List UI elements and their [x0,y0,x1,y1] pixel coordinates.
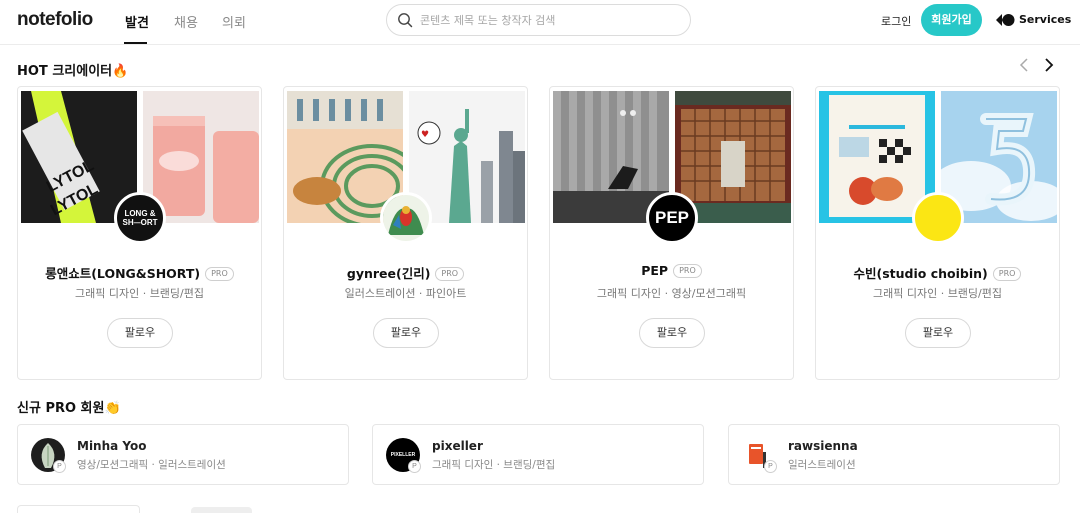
hot-creators-title: HOT 크리에이터🔥 [17,64,129,79]
pro-member-card[interactable]: P rawsienna 일러스트레이션 [728,424,1060,485]
pro-member-card[interactable]: P Minha Yoo 영상/모션그래픽 · 일러스트레이션 [17,424,349,485]
follow-button[interactable]: 팔로우 [373,318,439,348]
svg-text:♥: ♥ [421,130,429,140]
tab-discover[interactable]: 발견 [125,12,149,31]
tab-requests[interactable]: 의뢰 [222,12,246,31]
follow-button[interactable]: 팔로우 [905,318,971,348]
creator-avatar[interactable]: PEP [646,192,698,244]
creator-card[interactable]: 수빈(studio choibin) PRO 그래픽 디자인 · 브랜딩/편집 팔… [815,86,1060,380]
pro-mini-badge: P [53,460,66,473]
pro-badge: PRO [992,267,1022,281]
creator-card[interactable]: LYTOL LYTOL LONG & SH—ORT 롱앤쇼트(LONG&SHORT… [17,86,262,380]
tab-jobs[interactable]: 채용 [174,12,198,31]
new-pro-members-title: 신규 PRO 회원👏 [17,401,121,416]
pro-member-card[interactable]: PIXELLER P pixeller 그래픽 디자인 · 브랜딩/편집 [372,424,704,485]
login-link[interactable]: 로그인 [881,13,911,29]
services-menu[interactable]: Services [996,13,1071,26]
follow-button[interactable]: 팔로우 [107,318,173,348]
creator-avatar[interactable] [912,192,964,244]
pro-mini-badge: P [408,460,421,473]
creator-categories: 그래픽 디자인 · 영상/모션그래픽 [596,287,747,300]
search-input[interactable] [420,5,680,35]
pro-badge: PRO [435,267,465,281]
creator-categories: 일러스트레이션 · 파인아트 [344,287,467,300]
creator-categories: 그래픽 디자인 · 브랜딩/편집 [74,287,204,300]
partial-tag [191,507,252,513]
partial-card [17,505,140,513]
pro-badge: PRO [205,267,234,281]
signup-button[interactable]: 회원가입 [921,4,982,36]
notefolio-logo[interactable]: notefolio [17,9,93,31]
chevron-left-icon[interactable] [1017,57,1033,73]
top-header: notefolio 발견 채용 의뢰 로그인 회원가입 Services [0,0,1080,45]
member-categories: 그래픽 디자인 · 브랜딩/편집 [432,459,556,471]
creator-name[interactable]: 수빈(studio choibin) PRO [816,263,1059,282]
creator-name[interactable]: gynree(긴리) PRO [284,263,527,282]
creator-name[interactable]: 롱앤쇼트(LONG&SHORT) PRO [18,263,261,282]
pro-badge: PRO [673,264,702,278]
search-icon [398,13,413,28]
member-name[interactable]: rawsienna [788,439,858,453]
member-name[interactable]: pixeller [432,439,483,453]
creator-name[interactable]: PEP PRO [550,263,793,278]
creator-avatar[interactable] [380,192,432,244]
creator-card[interactable]: ♥ gynree(긴리) PRO 일러스트레이션 · 파인아트 팔로우 [283,86,528,380]
search-box[interactable] [386,4,691,36]
active-tab-underline [124,42,147,44]
creator-avatar[interactable]: LONG & SH—ORT [114,192,166,244]
member-categories: 일러스트레이션 [788,459,856,471]
follow-button[interactable]: 팔로우 [639,318,705,348]
services-logo-icon [996,13,1015,26]
services-label: Services [1019,13,1072,26]
creator-card[interactable]: PEP PEP PRO 그래픽 디자인 · 영상/모션그래픽 팔로우 [549,86,794,380]
member-name[interactable]: Minha Yoo [77,439,147,453]
member-categories: 영상/모션그래픽 · 일러스트레이션 [77,459,226,471]
pro-mini-badge: P [764,460,777,473]
creator-categories: 그래픽 디자인 · 브랜딩/편집 [872,287,1002,300]
chevron-right-icon[interactable] [1041,57,1057,73]
